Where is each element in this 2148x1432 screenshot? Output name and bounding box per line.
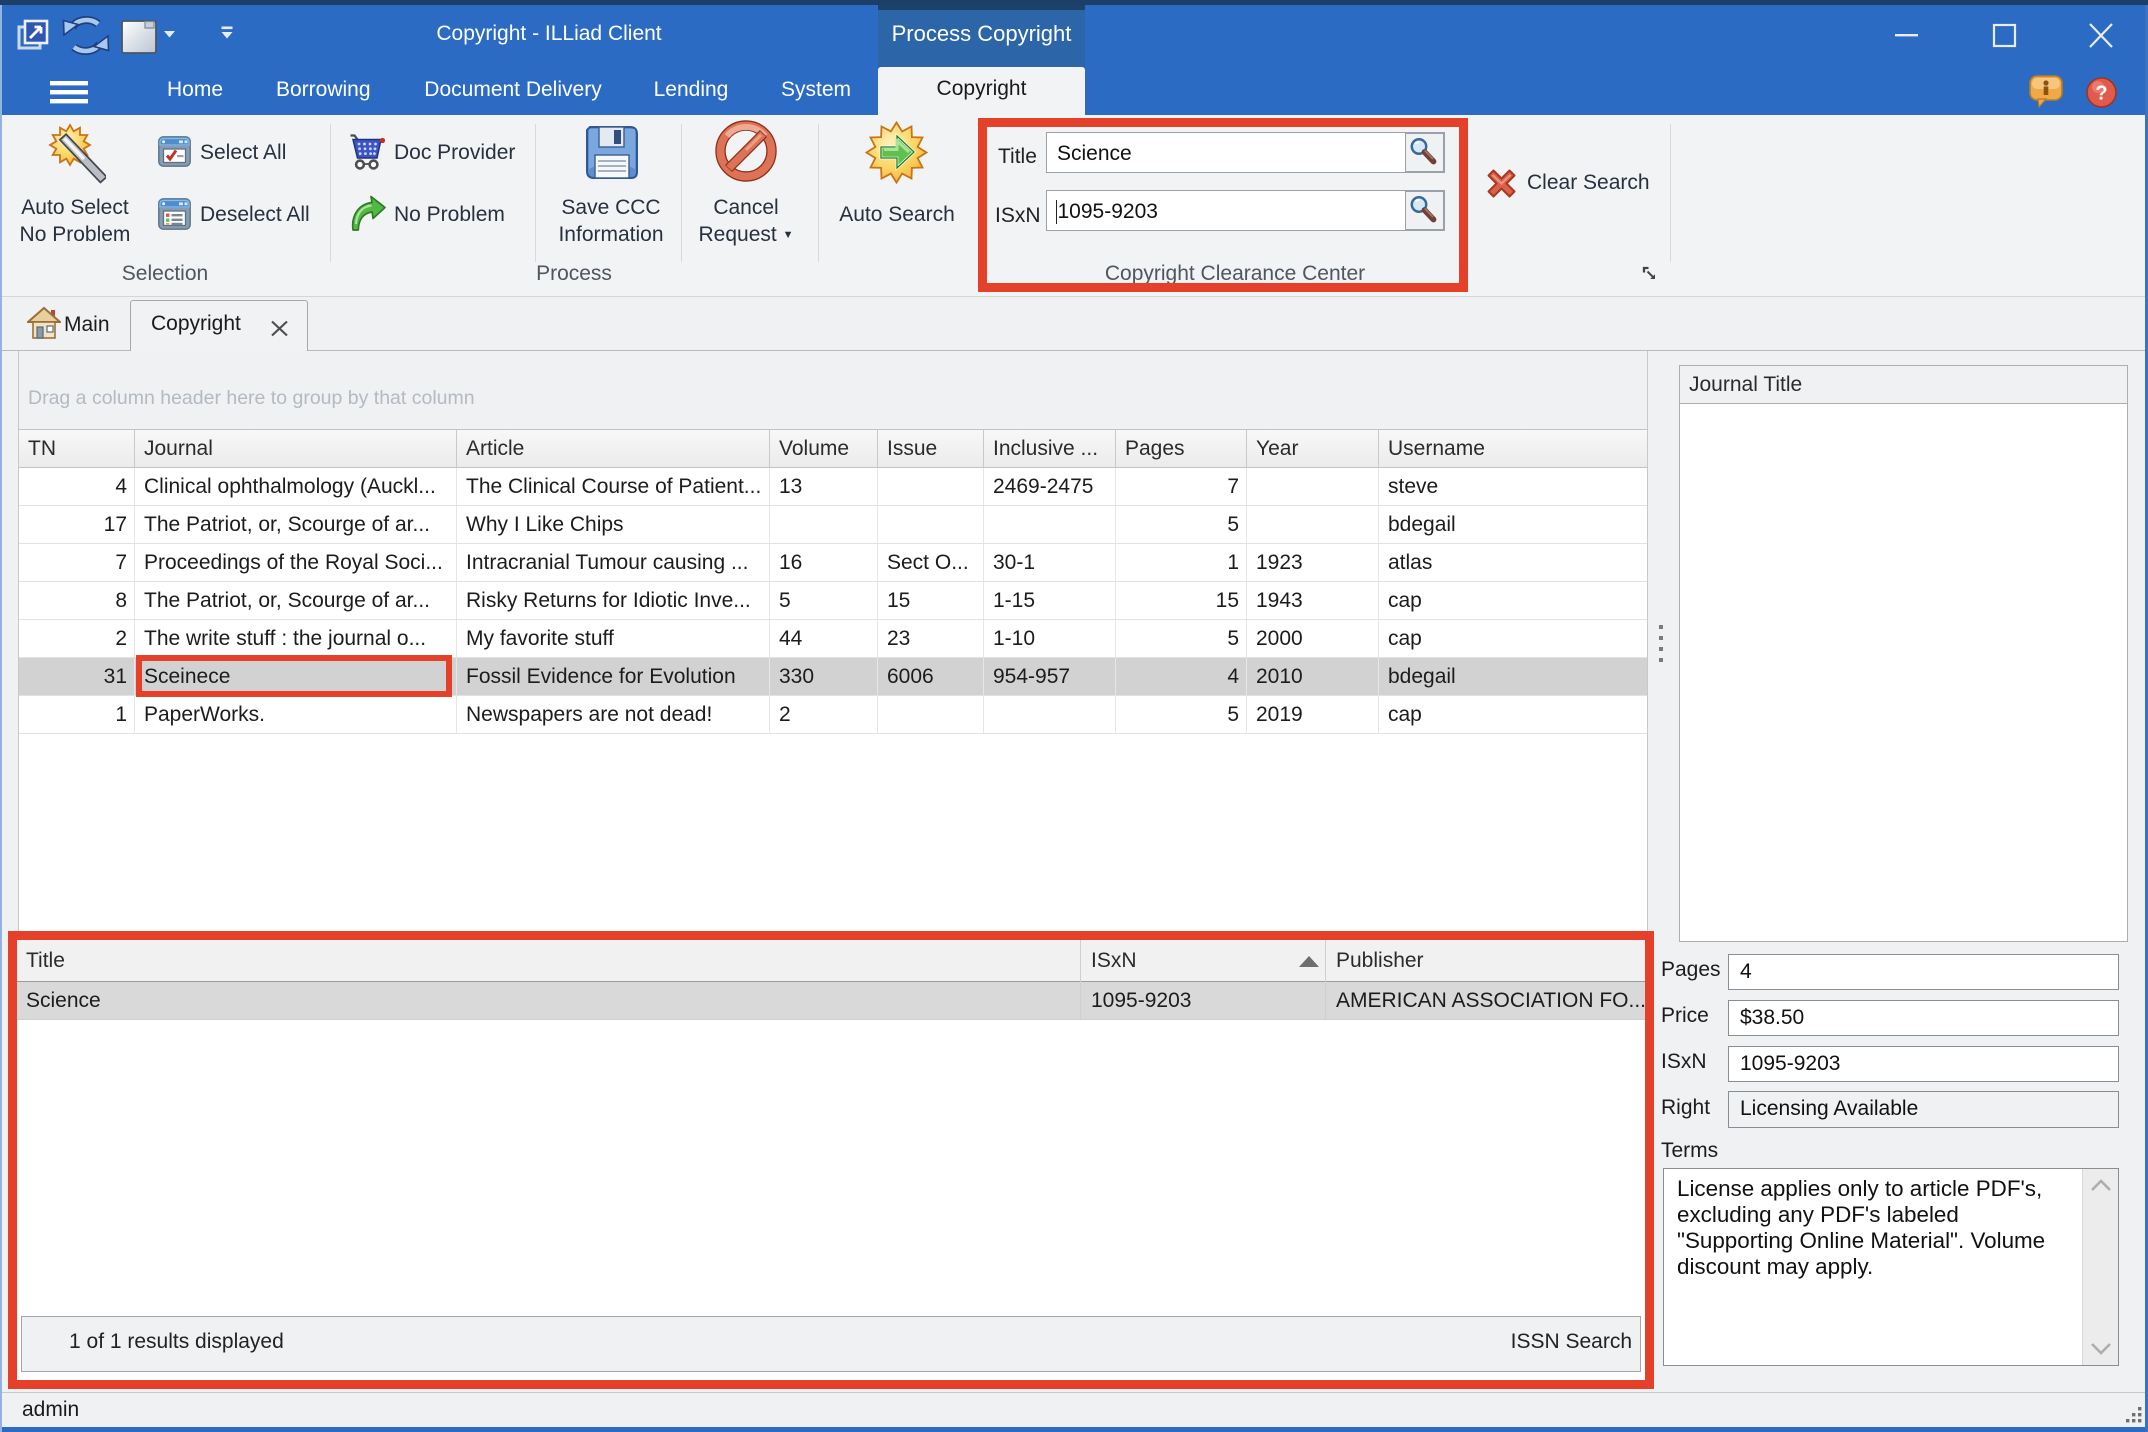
svg-text:?: ? (2095, 83, 2107, 105)
